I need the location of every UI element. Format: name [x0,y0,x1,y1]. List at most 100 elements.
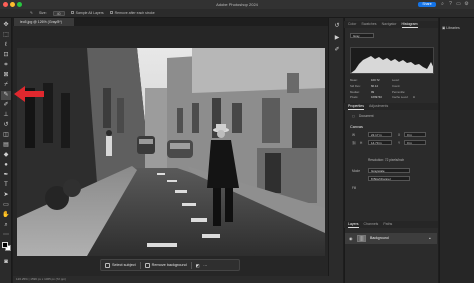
marquee-tool-icon[interactable]: ⬚ [1,31,11,40]
libraries-tab[interactable]: ▣ Libraries [442,26,460,30]
canvas-section-title[interactable]: Canvas [350,125,363,129]
link-icon[interactable]: ⛓ [352,141,356,145]
stat-value: 60.12 [371,83,378,88]
zoom-tool-icon[interactable]: ⌕ [1,221,11,230]
stat-label: Mean: [350,78,358,82]
stat-value [413,90,434,95]
options-bar: ✎ Size: 40 Sample All Layers Remove afte… [0,9,474,18]
select-subject-label: Select subject [112,263,136,267]
x-field[interactable]: 0 in [404,132,426,137]
remove-background-button[interactable]: Remove background [144,262,187,268]
object-select-tool-icon[interactable]: ⊡ [1,51,11,60]
sample-all-layers-label: Sample All Layers [75,11,104,15]
size-input[interactable]: 40 [52,10,65,16]
stat-value [413,84,434,89]
tab-channels[interactable]: Channels [364,221,379,228]
tab-swatches[interactable]: Swatches [361,21,376,28]
help-icon[interactable]: ? [447,1,454,8]
document-tab[interactable]: leo5.jpg @ 126% (Gray/8*) [14,18,74,26]
select-subject-icon [105,262,110,268]
stat-label: Count: [392,83,401,88]
hand-tool-icon[interactable]: ✋ [1,211,11,220]
histogram-graph [350,47,434,74]
stat-value: 100.72 [371,78,380,82]
app-title: Adobe Photoshop 2024 [216,2,258,7]
brush-panel-icon[interactable]: ✐ [332,46,342,55]
fill-label: Fill [352,186,357,190]
status-bar: 126.25% | 1596 px x 1065 px (72 ppi) [13,276,343,283]
remove-background-label: Remove background [151,263,187,267]
search-icon[interactable]: ⌕ [439,1,446,8]
settings-icon[interactable]: ⚙ [463,1,470,8]
y-field[interactable]: 0 in [404,140,426,145]
lock-icon[interactable]: 🔒︎ [429,236,431,240]
stat-value: 99 [371,89,375,94]
sample-all-layers-checkbox[interactable]: Sample All Layers [70,11,104,15]
tab-navigator[interactable]: Navigator [382,21,397,28]
tab-adjustments[interactable]: Adjustments [369,103,388,110]
contextual-task-bar: Select subject Remove background ◩ ⋯ [100,259,240,271]
remove-tool-icon[interactable]: ✎ [30,11,33,15]
remove-after-stroke-checkbox[interactable]: Remove after each stroke [109,11,155,15]
quick-mask-icon[interactable]: ◙ [1,258,11,267]
eraser-tool-icon[interactable]: ◫ [1,131,11,140]
properties-panel-tabs: Properties Adjustments [344,103,438,110]
tools-panel: ✥ ⬚ ℓ ⊡ ⌗ ⊠ ⌿ ✎ ✐ ⊥ ↺ ◫ ▤ ◆ ● ✒ T ➤ ▭ ✋ … [0,18,12,283]
tab-layers[interactable]: Layers [348,221,359,228]
foreground-color-swatch[interactable] [2,242,8,248]
pen-tool-icon[interactable]: ✒ [1,171,11,180]
libraries-label: Libraries [446,26,460,30]
layers-panel-tabs: Layers Channels Paths [344,221,438,228]
histogram-channel-select[interactable]: Gray [350,33,374,38]
bit-depth-select[interactable]: 8 Bits/Channel [368,176,410,181]
visibility-eye-icon[interactable]: ◉ [349,236,353,241]
select-subject-button[interactable]: Select subject [105,262,136,268]
history-panel-icon[interactable]: ↺ [332,22,342,31]
red-arrow-annotation [14,86,44,102]
blur-tool-icon[interactable]: ◆ [1,151,11,160]
lasso-tool-icon[interactable]: ℓ [1,41,11,50]
history-brush-tool-icon[interactable]: ↺ [1,121,11,130]
remove-tool-icon[interactable]: ✎ [1,91,11,100]
path-select-tool-icon[interactable]: ➤ [1,191,11,200]
stat-label: Level: [392,78,400,82]
layer-thumbnail [357,235,366,242]
tab-properties[interactable]: Properties [348,103,364,110]
mode-select[interactable]: Grayscale [368,168,410,173]
divider [139,261,141,269]
eyedropper-tool-icon[interactable]: ⌿ [1,81,11,90]
remove-background-icon [144,262,150,268]
document-image[interactable] [17,48,325,256]
resolution-text: Resolution: 72 pixels/inch [368,158,405,162]
shape-tool-icon[interactable]: ▭ [1,201,11,210]
stat-value [413,78,434,83]
stat-label: Median: [350,89,360,94]
workspace-icon[interactable]: ▭ [455,1,462,8]
width-field[interactable]: 22.17 in [368,132,392,137]
more-options-icon[interactable]: ⋯ [203,263,207,268]
document-label: Document [359,114,374,118]
histogram-curve [351,56,433,73]
document-icon: ▢ [352,114,356,118]
histogram-panel-tabs: Color Swatches Navigator Histogram [344,21,438,28]
move-tool-icon[interactable]: ✥ [1,21,11,30]
height-field[interactable]: 14.79 in [368,140,392,145]
tab-paths[interactable]: Paths [383,221,392,228]
crop-tool-icon[interactable]: ⌗ [1,61,11,70]
stat-value: 4 [413,95,415,100]
mode-label: Mode [352,169,360,173]
gradient-tool-icon[interactable]: ▤ [1,141,11,150]
more-tools-icon[interactable]: ⋯ [1,231,11,240]
frame-tool-icon[interactable]: ⊠ [1,71,11,80]
document-tab-title: leo5.jpg @ 126% (Gray/8*) [20,20,62,24]
transform-icon[interactable]: ◩ [196,263,200,268]
dodge-tool-icon[interactable]: ● [1,161,11,170]
actions-panel-icon[interactable]: ▶ [332,34,342,43]
brush-tool-icon[interactable]: ✐ [1,101,11,110]
share-button[interactable]: Share [418,2,436,7]
clone-stamp-tool-icon[interactable]: ⊥ [1,111,11,120]
type-tool-icon[interactable]: T [1,181,11,190]
layer-row-background[interactable]: ◉ Background 🔒︎ [345,233,437,244]
tab-color[interactable]: Color [348,21,356,28]
tab-histogram[interactable]: Histogram [401,21,418,28]
